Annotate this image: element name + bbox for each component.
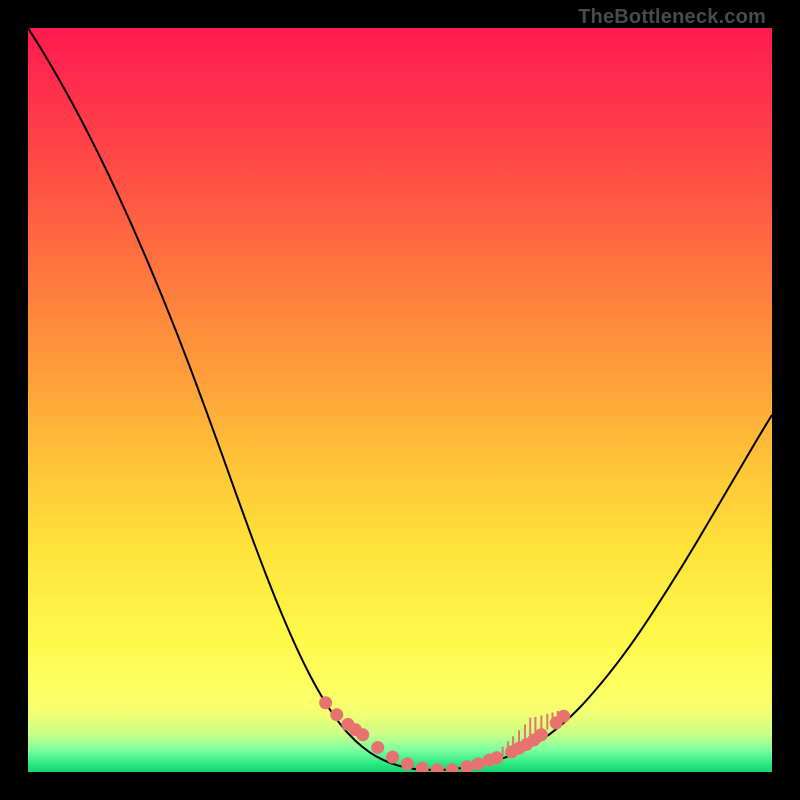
data-marker bbox=[416, 762, 429, 772]
curve-svg bbox=[28, 28, 772, 772]
data-marker bbox=[371, 741, 384, 754]
plot-area bbox=[28, 28, 772, 772]
data-marker bbox=[490, 751, 503, 764]
data-marker bbox=[330, 708, 343, 721]
data-marker bbox=[535, 728, 548, 741]
watermark-text: TheBottleneck.com bbox=[578, 6, 766, 29]
data-marker bbox=[472, 757, 485, 770]
data-marker bbox=[401, 757, 414, 770]
data-marker bbox=[460, 760, 473, 772]
data-marker bbox=[319, 696, 332, 709]
chart-frame: TheBottleneck.com bbox=[0, 0, 800, 800]
data-marker bbox=[386, 751, 399, 764]
data-marker bbox=[446, 763, 459, 772]
data-marker bbox=[431, 763, 444, 772]
data-marker bbox=[557, 710, 570, 723]
data-marker bbox=[356, 728, 369, 741]
bottleneck-curve bbox=[28, 28, 772, 770]
